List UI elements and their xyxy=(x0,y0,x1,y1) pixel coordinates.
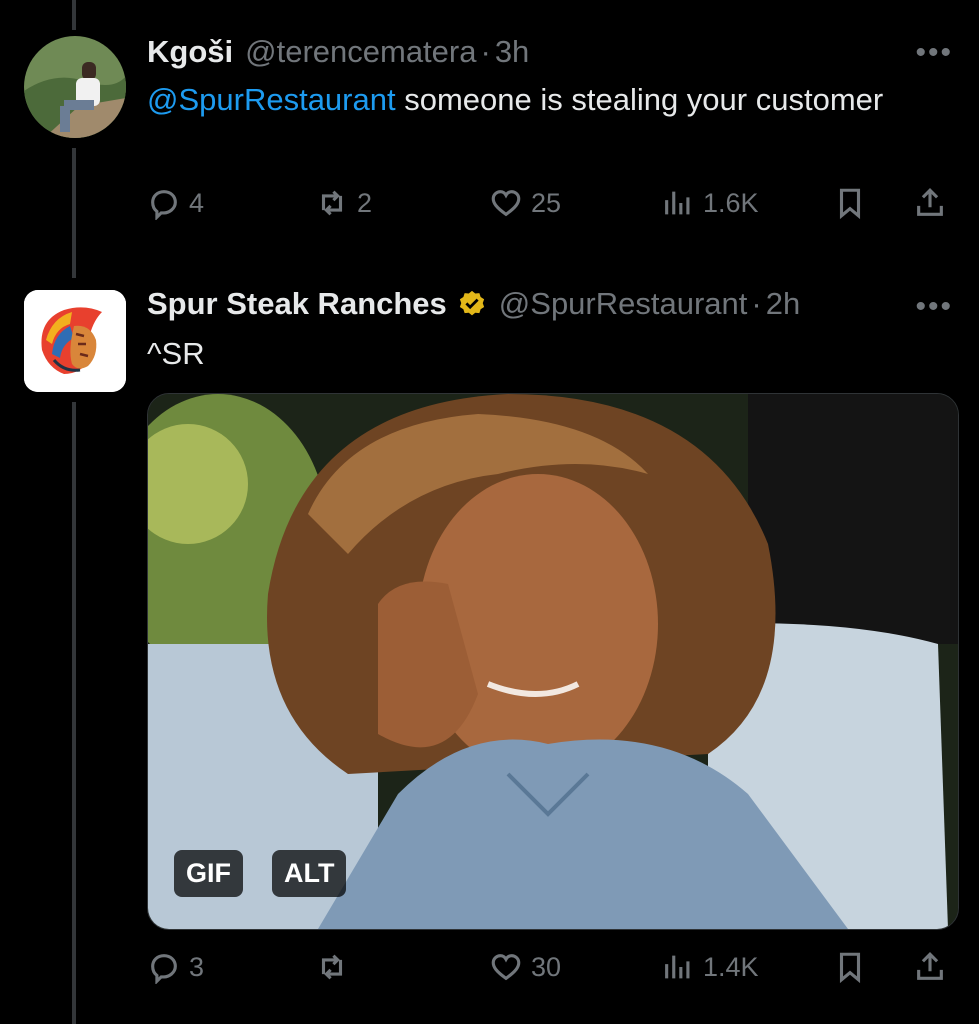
reply-button[interactable]: 4 xyxy=(147,186,204,220)
reply-count: 4 xyxy=(189,187,205,218)
timestamp[interactable]: 3h xyxy=(495,34,529,70)
bookmark-icon xyxy=(839,188,861,220)
views-count: 1.6K xyxy=(703,187,759,218)
gif-badge: GIF xyxy=(174,850,243,897)
tweet-text: @SpurRestaurant someone is stealing your… xyxy=(147,78,907,122)
like-icon xyxy=(491,190,521,217)
avatar[interactable] xyxy=(24,290,126,392)
retweet-count: 2 xyxy=(357,187,373,218)
like-icon xyxy=(491,954,521,981)
retweet-icon xyxy=(321,954,343,980)
author-name[interactable]: Kgoši xyxy=(147,34,233,70)
separator: · xyxy=(480,34,491,69)
bookmark-button[interactable] xyxy=(833,950,867,984)
avatar[interactable] xyxy=(24,36,126,138)
mention-link[interactable]: @SpurRestaurant xyxy=(147,82,396,117)
like-count: 30 xyxy=(531,951,562,982)
tweet-header: Spur Steak Ranches @SpurRestaurant · 2h xyxy=(147,286,800,322)
reply-icon xyxy=(151,190,177,220)
author-handle[interactable]: @SpurRestaurant xyxy=(499,286,748,322)
alt-badge[interactable]: ALT xyxy=(272,850,347,897)
views-button[interactable]: 1.4K xyxy=(661,950,759,984)
gif-media[interactable]: GIF ALT xyxy=(147,393,959,930)
retweet-icon xyxy=(321,190,343,216)
views-icon xyxy=(665,191,690,215)
action-bar: 4 2 25 1.6K xyxy=(147,186,957,226)
more-icon[interactable]: ••• xyxy=(915,290,953,324)
retweet-button[interactable]: 2 xyxy=(315,186,372,220)
reply-button[interactable]: 3 xyxy=(147,950,204,984)
views-icon xyxy=(665,955,690,979)
reply-icon xyxy=(151,954,177,984)
tweet-header: Kgoši @terencematera · 3h xyxy=(147,34,529,70)
like-button[interactable]: 25 xyxy=(489,186,561,220)
views-count: 1.4K xyxy=(703,951,759,982)
bookmark-button[interactable] xyxy=(833,186,867,220)
gif-frame xyxy=(148,394,958,929)
share-button[interactable] xyxy=(913,186,947,220)
tweet-body: someone is stealing your customer xyxy=(395,82,884,117)
share-icon xyxy=(917,952,943,980)
timestamp[interactable]: 2h xyxy=(766,286,800,322)
share-button[interactable] xyxy=(913,950,947,984)
like-button[interactable]: 30 xyxy=(489,950,561,984)
verified-badge-icon xyxy=(459,290,484,316)
separator: · xyxy=(751,286,762,321)
action-bar: 3 30 1.4K xyxy=(147,950,957,990)
like-count: 25 xyxy=(531,187,562,218)
author-handle[interactable]: @terencematera xyxy=(245,34,476,70)
author-name[interactable]: Spur Steak Ranches xyxy=(147,286,447,322)
more-icon[interactable]: ••• xyxy=(915,36,953,70)
bookmark-icon xyxy=(839,952,861,984)
share-icon xyxy=(917,188,943,216)
views-button[interactable]: 1.6K xyxy=(661,186,759,220)
reply-count: 3 xyxy=(189,951,205,982)
retweet-button[interactable] xyxy=(315,950,357,984)
tweet-1[interactable]: Kgoši @terencematera · 3h ••• @SpurResta… xyxy=(0,0,979,270)
tweet-text: ^SR xyxy=(147,336,205,371)
